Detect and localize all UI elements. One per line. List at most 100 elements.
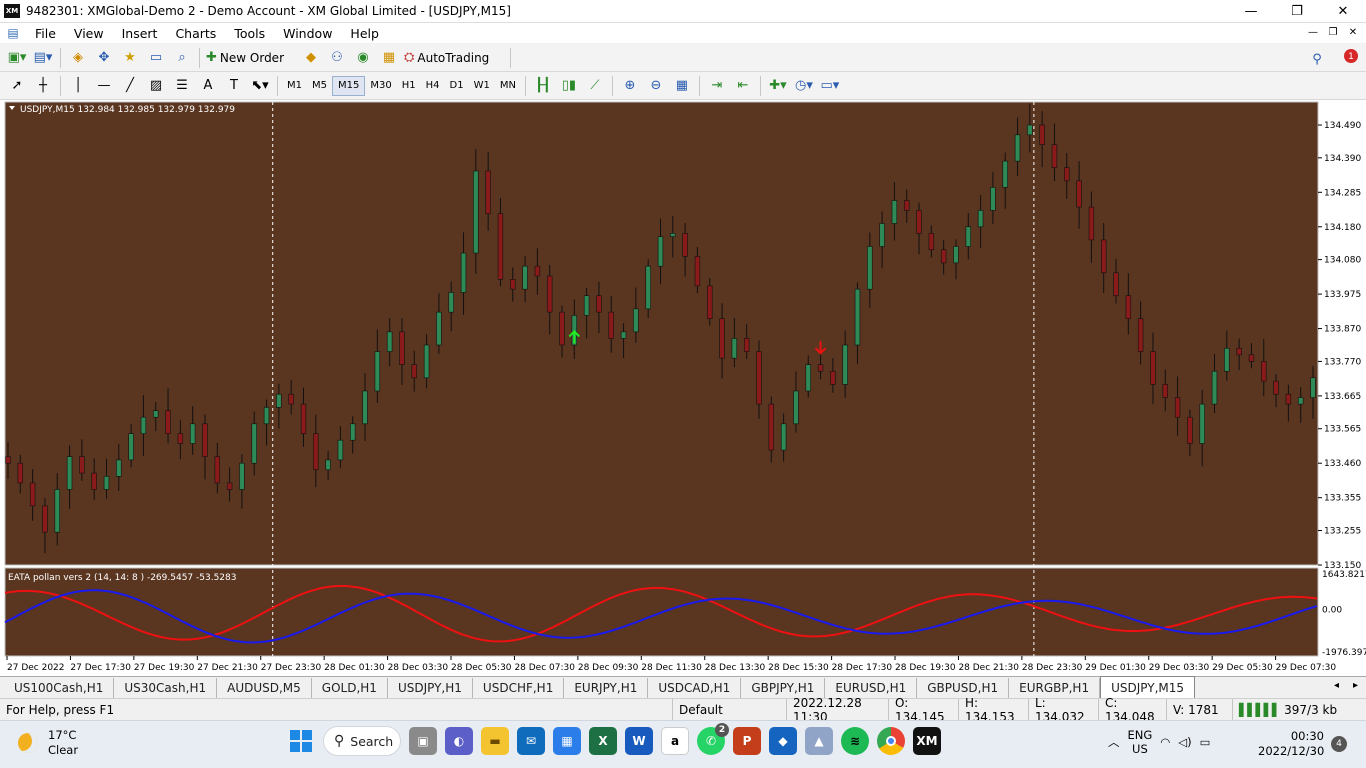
tab-us100cash-h1[interactable]: US100Cash,H1 bbox=[4, 678, 115, 698]
tab-scroll-right-icon[interactable]: ▸ bbox=[1353, 680, 1358, 691]
navigator-icon[interactable]: ★ bbox=[119, 47, 141, 69]
autotrading-button[interactable]: ⛭ AutoTrading bbox=[404, 47, 504, 69]
new-chart-icon[interactable]: ▣▾ bbox=[6, 47, 28, 69]
periods-icon[interactable]: ◷▾ bbox=[793, 75, 815, 97]
indicators-icon[interactable]: ✚▾ bbox=[767, 75, 789, 97]
candlestick-icon[interactable]: ▯▮ bbox=[558, 75, 580, 97]
tile-windows-icon[interactable]: ▦ bbox=[671, 75, 693, 97]
education-app-icon[interactable]: ◆ bbox=[769, 727, 797, 755]
whatsapp-icon[interactable]: ✆ 2 bbox=[697, 723, 729, 755]
timeframe-m30[interactable]: M30 bbox=[365, 76, 396, 96]
tab-us30cash-h1[interactable]: US30Cash,H1 bbox=[114, 678, 218, 698]
search-icon[interactable]: ⚲ bbox=[1306, 48, 1328, 70]
teams-chat-icon[interactable]: ◐ bbox=[445, 727, 473, 755]
trendline-icon[interactable]: ╱ bbox=[119, 75, 141, 97]
word-icon[interactable]: W bbox=[625, 727, 653, 755]
notification-alert-icon[interactable]: 1 bbox=[1336, 48, 1360, 66]
photos-icon[interactable]: ▲ bbox=[805, 727, 833, 755]
timeframe-h1[interactable]: H1 bbox=[397, 76, 421, 96]
price-tick-label: 134.285 bbox=[1324, 188, 1361, 198]
timeframe-d1[interactable]: D1 bbox=[445, 76, 469, 96]
metaeditor-icon[interactable]: ◆ bbox=[300, 47, 322, 69]
line-chart-icon[interactable]: ⟋ bbox=[584, 75, 606, 97]
signals-icon[interactable]: ◉ bbox=[352, 47, 374, 69]
taskbar-search-button[interactable]: ⚲ Search bbox=[323, 726, 401, 756]
new-order-button[interactable]: ✚ New Order bbox=[206, 47, 296, 69]
data-window-icon[interactable]: ✥ bbox=[93, 47, 115, 69]
market-icon[interactable]: ▦ bbox=[378, 47, 400, 69]
weather-widget[interactable]: 17°C Clear bbox=[18, 728, 78, 758]
channel-icon[interactable]: ▨ bbox=[145, 75, 167, 97]
wifi-icon[interactable]: ◠ bbox=[1160, 735, 1170, 749]
xm-terminal-icon[interactable]: XM bbox=[913, 727, 941, 755]
notification-count[interactable]: 4 bbox=[1331, 736, 1347, 752]
excel-icon[interactable]: X bbox=[589, 727, 617, 755]
timeframe-h4[interactable]: H4 bbox=[421, 76, 445, 96]
price-chart[interactable]: 134.490 134.390 134.285 134.180 134.080 133.9… bbox=[0, 100, 1366, 676]
battery-icon[interactable]: ▭ bbox=[1200, 735, 1211, 749]
tab-gold-h1[interactable]: GOLD,H1 bbox=[312, 678, 388, 698]
crosshair-icon[interactable]: ┼ bbox=[32, 75, 54, 97]
options-icon[interactable]: ⚇ bbox=[326, 47, 348, 69]
mail-icon[interactable]: ✉ bbox=[517, 727, 545, 755]
text-label-icon[interactable]: T bbox=[223, 75, 245, 97]
menu-help[interactable]: Help bbox=[341, 26, 388, 41]
cursor-icon[interactable]: ➚ bbox=[6, 75, 28, 97]
chart-shift-icon[interactable]: ⇤ bbox=[732, 75, 754, 97]
powerpoint-icon[interactable]: P bbox=[733, 727, 761, 755]
market-watch-icon[interactable]: ◈ bbox=[67, 47, 89, 69]
autoscroll-icon[interactable]: ⇥ bbox=[706, 75, 728, 97]
tab-eurjpy-h1[interactable]: EURJPY,H1 bbox=[564, 678, 649, 698]
chart-window-icon[interactable]: ▤ bbox=[2, 22, 24, 44]
zoom-out-icon[interactable]: ⊖ bbox=[645, 75, 667, 97]
tab-usdcad-h1[interactable]: USDCAD,H1 bbox=[648, 678, 742, 698]
timeframe-m5[interactable]: M5 bbox=[307, 76, 332, 96]
close-button[interactable]: ✕ bbox=[1320, 0, 1366, 23]
tab-scroll-left-icon[interactable]: ◂ bbox=[1334, 680, 1339, 691]
fibonacci-icon[interactable]: ☰ bbox=[171, 75, 193, 97]
amazon-icon[interactable]: a bbox=[661, 727, 689, 755]
volume-icon[interactable]: ◁) bbox=[1178, 735, 1191, 749]
bar-chart-icon[interactable]: ┠┨ bbox=[532, 75, 554, 97]
text-icon[interactable]: A bbox=[197, 75, 219, 97]
vertical-line-icon[interactable]: │ bbox=[67, 75, 89, 97]
tab-audusd-m5[interactable]: AUDUSD,M5 bbox=[217, 678, 312, 698]
system-clock[interactable]: 00:30 2022/12/30 bbox=[1258, 729, 1324, 759]
menu-window[interactable]: Window bbox=[274, 26, 341, 41]
candle-body bbox=[645, 265, 651, 310]
zoom-in-icon[interactable]: ⊕ bbox=[619, 75, 641, 97]
minimize-button[interactable]: — bbox=[1228, 0, 1274, 23]
timeframe-m15[interactable]: M15 bbox=[332, 75, 366, 96]
profiles-icon[interactable]: ▤▾ bbox=[32, 47, 54, 69]
tab-usdchf-h1[interactable]: USDCHF,H1 bbox=[473, 678, 565, 698]
timeframe-m1[interactable]: M1 bbox=[282, 76, 307, 96]
candle-body bbox=[350, 423, 356, 441]
strategy-tester-icon[interactable]: ⌕ bbox=[171, 47, 193, 69]
arrows-icon[interactable]: ⬉▾ bbox=[249, 75, 271, 97]
language-indicator[interactable]: ENG US bbox=[1128, 728, 1153, 756]
mdi-minimize-icon[interactable]: — bbox=[1304, 24, 1322, 40]
timeframe-w1[interactable]: W1 bbox=[469, 76, 495, 96]
menu-charts[interactable]: Charts bbox=[166, 26, 225, 41]
menu-file[interactable]: File bbox=[26, 26, 65, 41]
tab-usdjpy-h1[interactable]: USDJPY,H1 bbox=[388, 678, 473, 698]
maximize-button[interactable]: ❐ bbox=[1274, 0, 1320, 23]
candle-body bbox=[313, 433, 319, 471]
templates-icon[interactable]: ▭▾ bbox=[819, 75, 841, 97]
chart-area[interactable]: 134.490 134.390 134.285 134.180 134.080 133.9… bbox=[0, 100, 1366, 676]
microsoft-store-icon[interactable]: ▦ bbox=[553, 727, 581, 755]
mdi-restore-icon[interactable]: ❐ bbox=[1324, 24, 1342, 40]
chrome-icon[interactable] bbox=[877, 727, 905, 755]
timeframe-mn[interactable]: MN bbox=[495, 76, 521, 96]
menu-tools[interactable]: Tools bbox=[225, 26, 274, 41]
terminal-icon[interactable]: ▭ bbox=[145, 47, 167, 69]
file-explorer-icon[interactable]: ▬ bbox=[481, 727, 509, 755]
menu-view[interactable]: View bbox=[65, 26, 113, 41]
horizontal-line-icon[interactable]: — bbox=[93, 75, 115, 97]
menu-insert[interactable]: Insert bbox=[113, 26, 167, 41]
windows-start-icon[interactable] bbox=[287, 727, 315, 755]
spotify-icon[interactable]: ≋ bbox=[841, 727, 869, 755]
task-view-icon[interactable]: ▣ bbox=[409, 727, 437, 755]
show-hidden-icons[interactable]: ︿ bbox=[1108, 734, 1120, 750]
mdi-close-icon[interactable]: ✕ bbox=[1344, 24, 1362, 40]
